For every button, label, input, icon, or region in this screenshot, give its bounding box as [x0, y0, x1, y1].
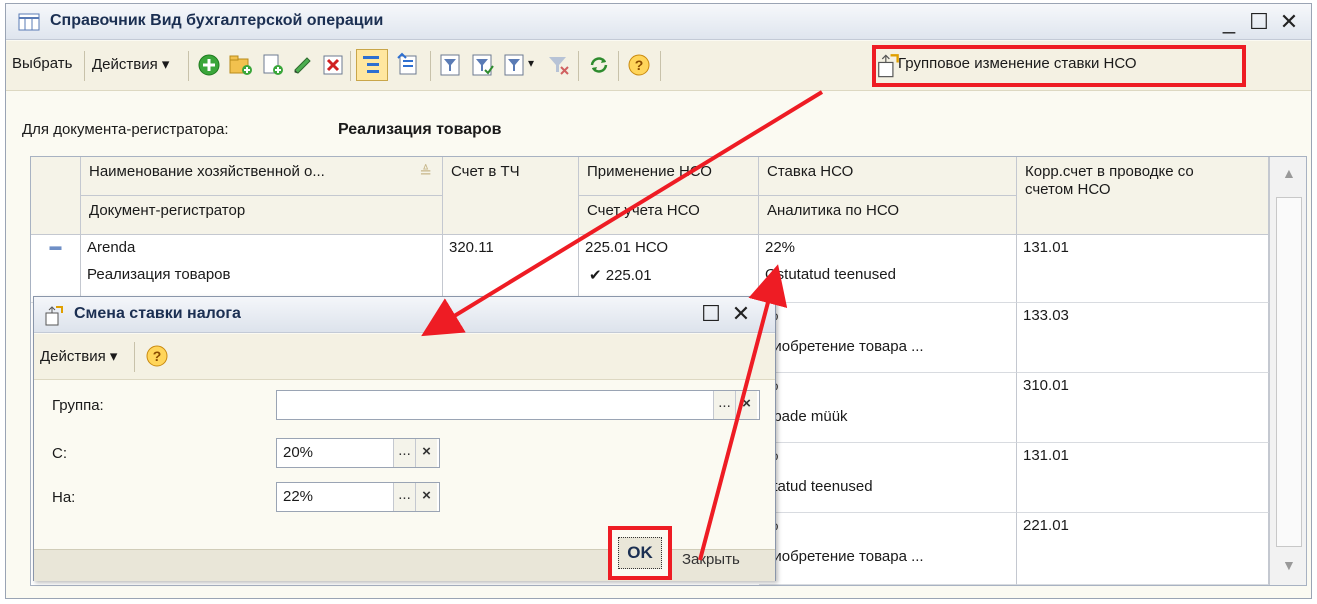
tree-view-icon[interactable] — [396, 52, 422, 78]
doc-registrar-label: Для документа-регистратора: — [22, 121, 229, 138]
cell-name: Arenda — [87, 239, 136, 256]
to-clear-button[interactable]: × — [415, 483, 437, 511]
minimize-button[interactable]: _ — [1216, 10, 1242, 34]
actions-menu-label: Действия — [92, 56, 158, 73]
cell-doc: Реализация товаров — [87, 266, 231, 283]
toolbar-separator — [578, 51, 579, 81]
actions-menu-button[interactable]: Действия ▾ — [92, 55, 169, 73]
copy-icon[interactable] — [260, 52, 286, 78]
svg-text:?: ? — [635, 57, 644, 73]
from-clear-button[interactable]: × — [415, 439, 437, 467]
cell-corr[interactable]: 310.01 — [1017, 373, 1269, 443]
table-scrollbar[interactable]: ▲ ▼ — [1269, 157, 1306, 585]
chevron-down-icon: ▾ — [161, 56, 170, 73]
cell-corr[interactable]: 221.01 — [1017, 513, 1269, 585]
chevron-down-icon: ▾ — [109, 348, 118, 365]
to-label: На: — [52, 489, 76, 506]
cell-rate[interactable]: % риобретение товара ... — [759, 303, 1017, 373]
help-icon[interactable]: ? — [626, 52, 652, 78]
cell-corr[interactable]: 131.01 — [1017, 443, 1269, 513]
filter-history-icon[interactable] — [502, 52, 528, 78]
dialog-close-button[interactable]: ✕ — [728, 302, 754, 326]
toolbar-separator — [188, 51, 189, 81]
sort-icon: ≜ — [419, 164, 432, 181]
group-label: Группа: — [52, 397, 104, 414]
add-icon[interactable] — [196, 52, 222, 78]
group-change-icon[interactable] — [874, 53, 899, 78]
cell-corr[interactable]: 131.01 — [1017, 235, 1269, 303]
toolbar-separator — [660, 51, 661, 81]
cell-apply[interactable]: 225.01 НСО ✔ 225.01 — [579, 235, 759, 303]
column-header-doc[interactable]: Документ-регистратор — [81, 196, 443, 235]
group-change-rate-button[interactable]: Групповое изменение ставки НСО — [898, 55, 1137, 72]
filter-by-value-icon[interactable] — [470, 52, 496, 78]
scroll-thumb[interactable] — [1276, 197, 1302, 547]
filter-off-icon[interactable] — [546, 52, 572, 78]
from-select-button[interactable]: ... — [393, 439, 415, 467]
ok-button[interactable]: OK — [618, 537, 662, 569]
table-row[interactable]: Arenda Реализация товаров — [81, 235, 443, 303]
toolbar-separator — [430, 51, 431, 81]
group-change-icon — [42, 305, 64, 327]
from-label: С: — [52, 445, 67, 462]
column-header-apply-nso[interactable]: Применение НСО — [579, 157, 759, 196]
window-title: Справочник Вид бухгалтерской операции — [50, 12, 384, 29]
toolbar-separator — [350, 51, 351, 81]
delete-icon[interactable] — [320, 52, 346, 78]
dialog-titlebar: Смена ставки налога ☐ ✕ — [34, 297, 775, 333]
maximize-button[interactable]: ☐ — [1246, 10, 1272, 34]
close-dialog-button[interactable]: Закрыть — [682, 551, 740, 568]
column-header-rate[interactable]: Ставка НСО — [759, 157, 1017, 196]
select-button[interactable]: Выбрать — [12, 55, 72, 72]
change-rate-dialog: Смена ставки налога ☐ ✕ Действия ▾ ? Гру… — [33, 296, 776, 581]
cell-account[interactable]: 320.11 — [443, 235, 579, 303]
dialog-maximize-button[interactable]: ☐ — [698, 302, 724, 326]
chevron-down-icon[interactable]: ▾ — [528, 56, 534, 70]
cell-rate[interactable]: % риобретение товара ... — [759, 513, 1017, 585]
edit-pencil-icon[interactable] — [290, 52, 316, 78]
row-marker-icon[interactable]: ▬ — [31, 235, 81, 303]
doc-registrar-value: Реализация товаров — [338, 121, 502, 138]
help-icon[interactable]: ? — [144, 343, 170, 369]
catalog-icon — [18, 13, 40, 31]
column-header-analytics[interactable]: Аналитика по НСО — [759, 196, 1017, 235]
scroll-down-icon[interactable]: ▼ — [1282, 557, 1296, 573]
to-rate-input[interactable]: 22% ... × — [276, 482, 440, 512]
cell-corr[interactable]: 133.03 — [1017, 303, 1269, 373]
filter-set-icon[interactable] — [438, 52, 464, 78]
cell-rate[interactable]: 22% Ostutatud teenused — [759, 235, 1017, 303]
group-select-button[interactable]: ... — [713, 391, 735, 419]
column-header-account[interactable]: Счет в ТЧ — [443, 157, 579, 235]
marker-column-header — [31, 157, 81, 235]
dialog-actions-menu-button[interactable]: Действия ▾ — [40, 347, 117, 365]
column-header-name[interactable]: Наименование хозяйственной о... ≜ — [81, 157, 443, 196]
from-rate-input[interactable]: 20% ... × — [276, 438, 440, 468]
scroll-up-icon[interactable]: ▲ — [1282, 165, 1296, 181]
toolbar-separator — [84, 51, 85, 81]
add-group-icon[interactable] — [228, 52, 254, 78]
column-header-nso-account[interactable]: Счет учета НСО — [579, 196, 759, 235]
dialog-title: Смена ставки налога — [74, 305, 241, 322]
to-select-button[interactable]: ... — [393, 483, 415, 511]
svg-text:?: ? — [153, 348, 162, 364]
main-toolbar: Выбрать Действия ▾ ▾ ? Групповое изменен… — [6, 41, 1311, 91]
group-clear-button[interactable]: × — [735, 391, 757, 419]
ok-highlight: OK — [608, 526, 672, 580]
toolbar-separator — [134, 342, 135, 372]
column-header-corr-account[interactable]: Корр.счет в проводке со счетом НСО — [1017, 157, 1269, 235]
cell-rate[interactable]: % upade müük — [759, 373, 1017, 443]
group-input[interactable]: ... × — [276, 390, 760, 420]
window-titlebar: Справочник Вид бухгалтерской операции _ … — [6, 4, 1311, 40]
toolbar-separator — [618, 51, 619, 81]
close-window-button[interactable]: ✕ — [1276, 10, 1302, 34]
dialog-toolbar: Действия ▾ ? — [34, 334, 775, 380]
cell-rate[interactable]: % utatud teenused — [759, 443, 1017, 513]
refresh-icon[interactable] — [586, 52, 612, 78]
hierarchy-view-icon[interactable] — [356, 49, 388, 81]
